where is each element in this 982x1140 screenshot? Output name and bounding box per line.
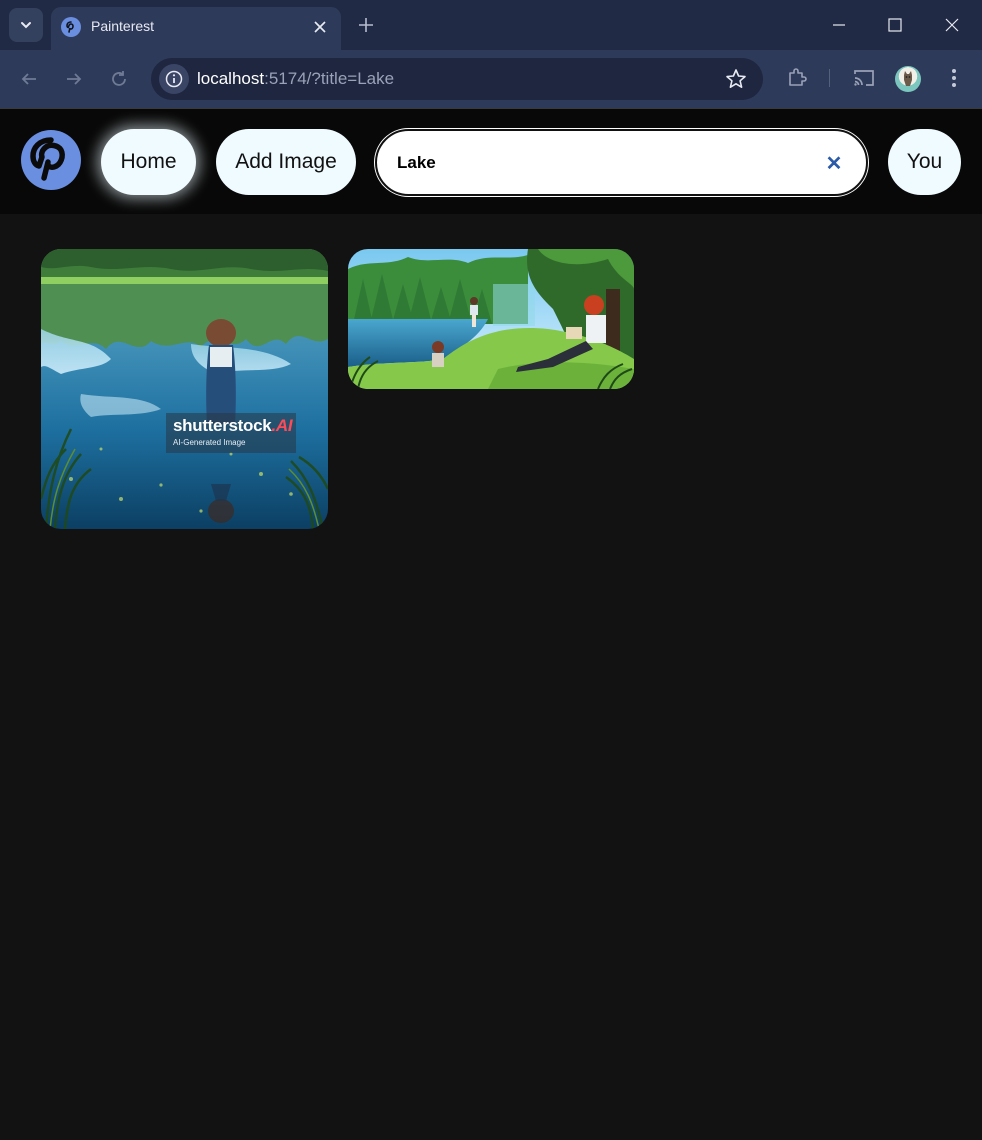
lake-reflection-image	[41, 249, 328, 529]
pinterest-logo[interactable]	[21, 130, 81, 190]
info-icon	[165, 70, 183, 88]
toolbar-separator	[829, 69, 830, 87]
url-host: localhost	[197, 69, 265, 88]
clear-search-button[interactable]: ✕	[824, 152, 844, 175]
browser-tab[interactable]: Painterest	[51, 7, 341, 50]
new-tab-button[interactable]	[355, 14, 377, 36]
watermark-ai-suffix: .AI	[271, 416, 293, 435]
reload-icon	[112, 71, 126, 86]
profile-button[interactable]: You	[888, 129, 961, 195]
watermark-brand-text: shutterstock	[173, 416, 272, 435]
watermark-subtitle: AI-Generated Image	[173, 438, 246, 447]
tab-search-button[interactable]	[9, 8, 43, 42]
pinterest-logo-icon	[30, 137, 65, 181]
star-icon	[726, 69, 746, 88]
url-text[interactable]: localhost:5174/?title=Lake	[197, 69, 394, 89]
url-path: :5174/?title=Lake	[264, 69, 395, 88]
plus-icon	[359, 18, 373, 32]
menu-icon	[952, 83, 956, 87]
cast-icon	[854, 70, 874, 86]
close-window-icon	[945, 18, 959, 32]
extensions-icon	[789, 68, 807, 86]
minimize-button[interactable]	[826, 12, 852, 38]
browser-menu-button[interactable]	[945, 67, 963, 89]
forward-button[interactable]	[61, 66, 87, 92]
minimize-icon	[833, 24, 845, 26]
reading-under-tree-image	[348, 249, 634, 389]
gallery-image-card[interactable]	[348, 249, 634, 389]
clear-icon: ✕	[825, 152, 843, 175]
pinterest-favicon-icon	[61, 17, 81, 37]
maximize-icon	[888, 18, 902, 32]
image-watermark: shutterstock.AI AI-Generated Image	[166, 413, 296, 453]
profile-avatar-icon	[904, 71, 912, 86]
tab-close-button[interactable]	[309, 16, 331, 38]
app-header: Home Add Image ✕ You	[0, 108, 982, 214]
browser-toolbar: localhost:5174/?title=Lake	[0, 50, 982, 108]
browser-title-bar: Painterest	[0, 0, 982, 50]
watermark-brand: shutterstock.AI	[173, 416, 293, 436]
close-window-button[interactable]	[939, 12, 965, 38]
menu-icon	[952, 69, 956, 73]
back-icon	[21, 73, 36, 85]
cast-button[interactable]	[852, 67, 876, 89]
home-button[interactable]: Home	[101, 129, 196, 195]
forward-icon	[67, 73, 82, 85]
gallery-image-card[interactable]: shutterstock.AI AI-Generated Image	[41, 249, 328, 529]
add-image-button[interactable]: Add Image	[216, 129, 356, 195]
menu-icon	[952, 76, 956, 80]
reload-button[interactable]	[106, 66, 132, 92]
close-icon	[314, 21, 326, 33]
bookmark-button[interactable]	[725, 68, 747, 90]
tab-title: Painterest	[91, 18, 155, 34]
search-bar[interactable]: ✕	[375, 129, 868, 196]
address-bar[interactable]: localhost:5174/?title=Lake	[151, 58, 763, 100]
extensions-button[interactable]	[786, 66, 808, 88]
back-button[interactable]	[16, 66, 42, 92]
image-gallery: shutterstock.AI AI-Generated Image	[0, 215, 982, 1140]
maximize-button[interactable]	[882, 12, 908, 38]
search-input[interactable]	[397, 149, 817, 177]
chevron-down-icon	[21, 22, 31, 29]
site-info-button[interactable]	[159, 64, 189, 94]
browser-profile-avatar[interactable]	[895, 66, 921, 92]
